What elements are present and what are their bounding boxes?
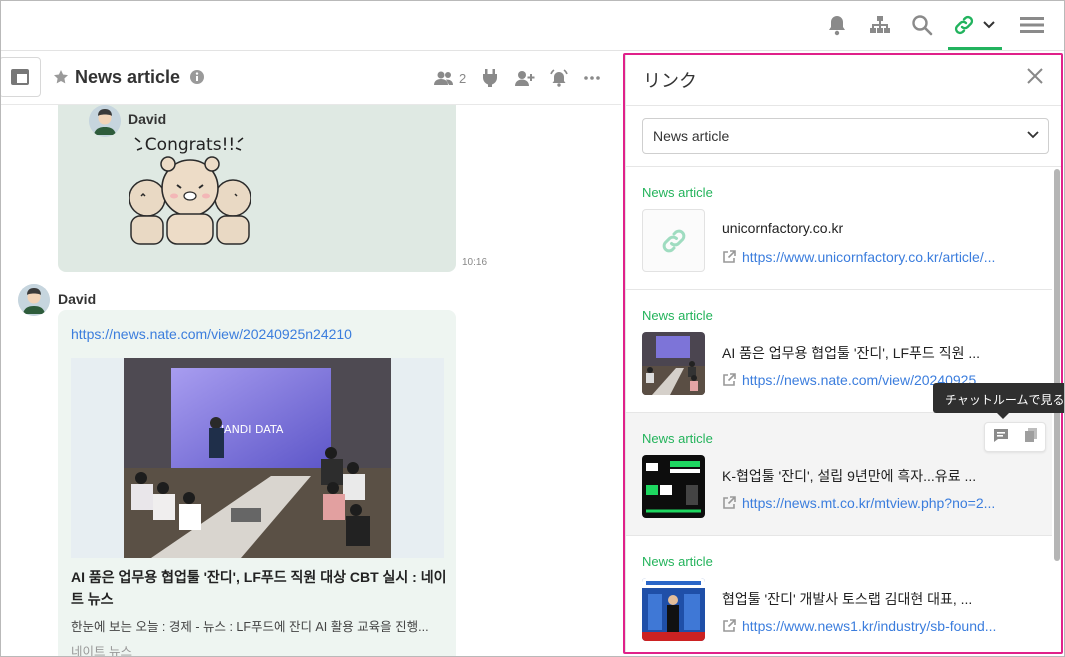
active-tab-indicator (948, 47, 1002, 50)
close-icon[interactable] (1026, 67, 1044, 90)
sender-name: David (58, 291, 97, 307)
sender-name: David (128, 111, 167, 127)
link-list-item[interactable]: News article K-협업툴 '잔디', 설립 9년만에 흑자...유료… (626, 413, 1052, 536)
link-card-source: 네이트 뉴스 (71, 645, 132, 657)
chevron-down-icon (1027, 131, 1039, 139)
chat-header: News article 2 (1, 52, 621, 105)
member-count: 2 (459, 70, 467, 86)
external-link-icon (723, 250, 736, 263)
svg-text:Congrats!!: Congrats!! (145, 135, 235, 155)
item-title: K-협업툴 '잔디', 설립 9년만에 흑자...유료 ... (722, 468, 977, 484)
org-chart-icon[interactable] (867, 12, 893, 38)
panel-title: リンク (643, 71, 697, 91)
item-url-row[interactable]: https://www.unicornfactory.co.kr/article… (722, 249, 1002, 265)
plugin-icon[interactable] (482, 68, 498, 88)
item-room-tag[interactable]: News article (642, 554, 713, 569)
links-panel: リンク News article News article unicornfac… (625, 54, 1063, 653)
tooltip-arrow (997, 413, 1009, 419)
view-in-chatroom-button[interactable] (993, 427, 1009, 448)
svg-text:JANDI DATA: JANDI DATA (220, 423, 284, 436)
article-thumbnail (642, 578, 705, 641)
item-room-tag[interactable]: News article (642, 185, 713, 200)
avatar[interactable] (89, 105, 121, 137)
chevron-down-icon[interactable] (978, 12, 1000, 38)
congrats-sticker[interactable]: Congrats!! (128, 130, 252, 252)
tooltip: チャットルームで見る (933, 383, 1064, 413)
item-title: unicornfactory.co.kr (722, 220, 844, 236)
room-filter-select[interactable]: News article (642, 118, 1049, 154)
room-filter-value: News article (653, 128, 730, 144)
star-icon[interactable] (53, 69, 69, 90)
room-title: News article (75, 67, 181, 87)
members-button[interactable]: 2 (434, 68, 466, 88)
menu-icon[interactable] (1018, 12, 1046, 38)
bell-icon[interactable] (824, 12, 850, 38)
item-url-row[interactable]: https://www.news1.kr/industry/sb-found..… (722, 618, 1002, 634)
message-time: 10:16 (462, 257, 488, 268)
external-link-icon (723, 496, 736, 509)
search-icon[interactable] (909, 12, 935, 38)
layout-icon (11, 69, 29, 85)
message-link[interactable]: https://news.nate.com/view/20240925n2421… (71, 326, 352, 342)
link-placeholder-thumbnail (642, 209, 705, 272)
article-thumbnail (642, 455, 705, 518)
invite-member-icon[interactable] (515, 68, 535, 88)
app-window: News article 2 David Congrats!! 10:16 Da… (0, 0, 1065, 657)
link-icon (662, 229, 685, 252)
external-link-icon (723, 619, 736, 632)
copy-link-button[interactable] (1024, 427, 1038, 448)
item-url[interactable]: https://news.mt.co.kr/mtview.php?no=2... (742, 495, 995, 511)
item-hover-actions (984, 422, 1046, 452)
avatar[interactable] (18, 284, 50, 316)
divider (626, 105, 1063, 106)
link-preview-image[interactable]: JANDI DATA (71, 358, 444, 558)
panel-scrollbar[interactable] (1054, 169, 1060, 561)
link-card-title[interactable]: AI 품은 업무용 협업툴 '잔디', LF푸드 직원 대상 CBT 실시 : … (71, 566, 451, 610)
notification-settings-icon[interactable] (550, 68, 568, 88)
item-title: 협업툴 '잔디' 개발사 토스랩 김대현 대표, ... (722, 591, 973, 607)
external-link-icon (723, 373, 736, 386)
link-list-item[interactable]: News article unicornfactory.co.kr https:… (626, 167, 1052, 290)
item-url-row[interactable]: https://news.mt.co.kr/mtview.php?no=2... (722, 495, 1002, 511)
top-bar (1, 1, 1064, 51)
chat-bubble-icon (993, 428, 1008, 442)
link-list-item[interactable]: News article 협업툴 '잔디' 개발사 토스랩 김대현 대표, ..… (626, 536, 1052, 653)
article-thumbnail (642, 332, 705, 395)
info-icon[interactable] (189, 69, 205, 90)
copy-icon (1024, 427, 1037, 442)
layout-toggle-button[interactable] (1, 57, 41, 97)
chat-area: News article 2 David Congrats!! 10:16 Da… (1, 52, 621, 657)
more-options-icon[interactable] (584, 68, 600, 88)
item-room-tag[interactable]: News article (642, 308, 713, 323)
members-icon (434, 71, 453, 85)
item-url[interactable]: https://www.news1.kr/industry/sb-found..… (742, 618, 996, 634)
link-card-description: 한눈에 보는 오늘 : 경제 - 뉴스 : LF푸드에 잔디 AI 활용 교육을… (71, 620, 429, 634)
item-url[interactable]: https://www.unicornfactory.co.kr/article… (742, 249, 995, 265)
item-title: AI 품은 업무용 협업툴 '잔디', LF푸드 직원 ... (722, 345, 981, 361)
item-room-tag[interactable]: News article (642, 431, 713, 446)
link-icon[interactable] (951, 12, 977, 38)
